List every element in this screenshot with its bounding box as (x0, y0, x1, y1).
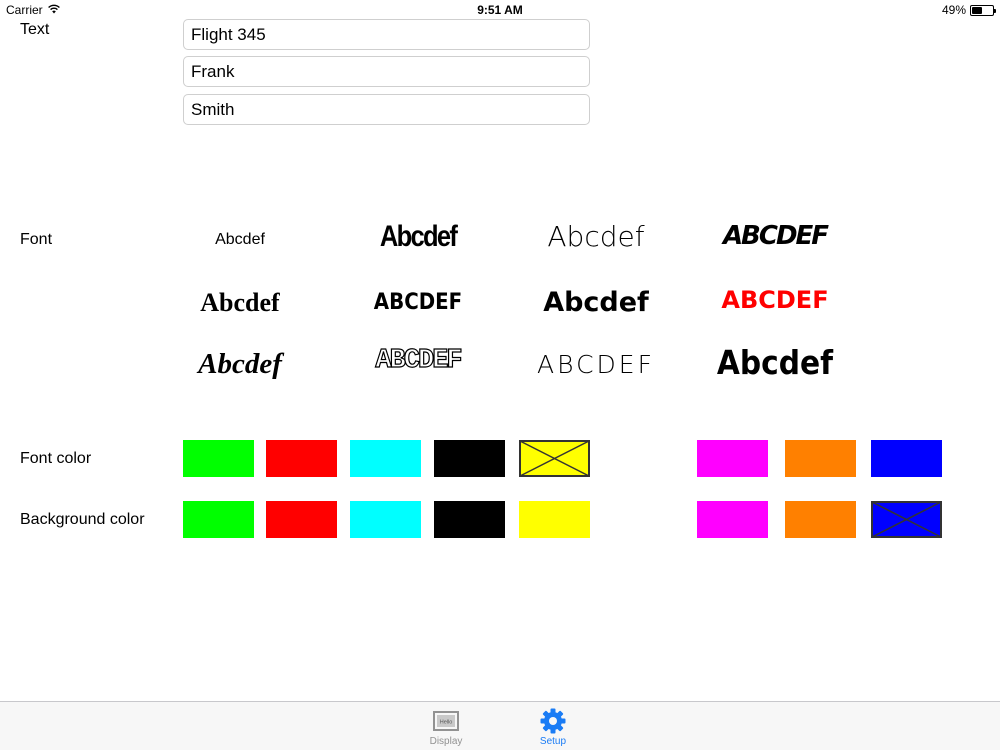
text-section-label: Text (20, 21, 50, 38)
font-option-10[interactable]: ABCDEF (338, 347, 498, 375)
font-option-6[interactable]: ABCDEF (346, 292, 490, 314)
text-field-line-1[interactable] (183, 19, 590, 50)
font-option-1[interactable]: Abcdef (160, 232, 320, 248)
font-option-11[interactable]: ABCDEF (516, 352, 676, 377)
background-color-swatch-2[interactable] (266, 501, 337, 538)
font-color-swatch-2[interactable] (266, 440, 337, 477)
background-color-swatch-3[interactable] (350, 501, 421, 538)
font-option-3[interactable]: Abcdef (516, 223, 676, 251)
status-bar: Carrier 9:51 AM 49% (0, 0, 1000, 20)
background-color-swatch-8-selected[interactable] (871, 501, 942, 538)
background-color-swatch-7[interactable] (785, 501, 856, 538)
display-icon: Hello (432, 707, 460, 735)
font-color-swatch-1[interactable] (183, 440, 254, 477)
background-color-swatch-4[interactable] (434, 501, 505, 538)
font-color-section-label: Font color (20, 450, 92, 467)
text-field-line-2[interactable] (183, 56, 590, 87)
font-option-8[interactable]: ABCDEF (695, 288, 855, 312)
font-option-7[interactable]: Abcdef (516, 289, 676, 316)
text-field-line-3[interactable] (183, 94, 590, 125)
font-option-5[interactable]: Abcdef (160, 290, 320, 316)
font-color-swatch-7[interactable] (785, 440, 856, 477)
font-section-label: Font (20, 231, 53, 248)
status-time: 9:51 AM (477, 3, 523, 17)
tab-bar: Hello Display Setup (0, 701, 1000, 750)
tab-setup[interactable]: Setup (508, 702, 598, 750)
font-color-swatch-6[interactable] (697, 440, 768, 477)
background-color-swatch-5[interactable] (519, 501, 590, 538)
font-option-9[interactable]: Abcdef (160, 350, 320, 379)
font-color-swatch-5-selected[interactable] (519, 440, 590, 477)
font-color-swatch-4[interactable] (434, 440, 505, 477)
font-color-swatch-8[interactable] (871, 440, 942, 477)
background-color-swatch-6[interactable] (697, 501, 768, 538)
font-option-4[interactable]: ABCDEF (695, 223, 855, 249)
background-color-section-label: Background color (20, 511, 145, 528)
tab-display[interactable]: Hello Display (401, 702, 491, 750)
battery-icon (970, 4, 996, 16)
gear-icon (539, 707, 567, 735)
background-color-swatch-1[interactable] (183, 501, 254, 538)
font-color-swatch-3[interactable] (350, 440, 421, 477)
font-option-12[interactable]: Abcdef (695, 346, 855, 379)
font-option-2[interactable]: Abcdef (350, 222, 486, 252)
tab-display-label: Display (429, 736, 463, 747)
display-icon-text: Hello (440, 720, 453, 726)
tab-setup-label: Setup (539, 736, 567, 747)
battery-percent: 49% (941, 3, 966, 17)
